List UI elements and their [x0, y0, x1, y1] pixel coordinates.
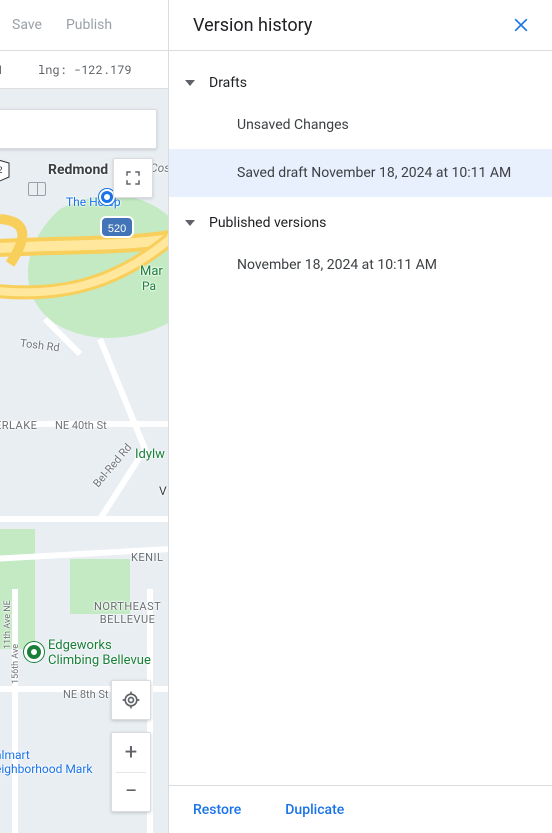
zoom-out-button[interactable]: −: [112, 772, 150, 811]
panel-title: Version history: [193, 15, 312, 36]
fullscreen-button[interactable]: [113, 158, 153, 198]
lng-label: lng: -122.179: [38, 62, 132, 78]
place-idylw: Idylw: [135, 447, 165, 462]
close-button[interactable]: [506, 10, 536, 40]
search-input[interactable]: [0, 109, 157, 149]
minus-icon: −: [125, 779, 138, 804]
park-label: Mar: [140, 264, 163, 279]
layer-toggle[interactable]: [28, 182, 46, 196]
nbhd-kenil: KENIL: [131, 551, 163, 564]
version-history-panel: Version history Drafts Unsaved Changes S…: [168, 0, 552, 833]
road-ne40: NE 40th St: [55, 419, 107, 432]
panel-header: Version history: [169, 0, 552, 51]
close-icon: [511, 15, 531, 35]
panel-footer: Restore Duplicate: [169, 785, 552, 833]
lat-value: 641: [0, 62, 4, 78]
chevron-down-icon: [185, 80, 195, 86]
crosshair-icon: [121, 690, 141, 710]
section-published-toggle[interactable]: Published versions: [169, 205, 552, 241]
svg-text:520: 520: [108, 223, 126, 235]
section-published-title: Published versions: [209, 215, 326, 231]
plus-icon: +: [125, 740, 137, 765]
publish-button[interactable]: Publish: [54, 0, 124, 50]
section-drafts-toggle[interactable]: Drafts: [169, 65, 552, 101]
place-redmond: Redmond: [48, 162, 108, 178]
panel-body: Drafts Unsaved Changes Saved draft Novem…: [169, 51, 552, 785]
restore-button[interactable]: Restore: [181, 794, 253, 826]
poi-pin-icon: [24, 642, 44, 662]
version-item-unsaved[interactable]: Unsaved Changes: [169, 101, 552, 149]
zoom-in-button[interactable]: +: [112, 733, 150, 772]
duplicate-button[interactable]: Duplicate: [273, 794, 356, 826]
road-ne8: NE 8th St: [63, 688, 109, 701]
svg-text:202: 202: [0, 165, 3, 175]
poi-walmart: almart eighborhood Mark: [0, 749, 92, 777]
locate-button[interactable]: [111, 680, 151, 720]
nbhd-erlake: ERLAKE: [0, 419, 37, 432]
fullscreen-icon: [124, 169, 142, 187]
version-item-saved-draft[interactable]: Saved draft November 18, 2024 at 10:11 A…: [169, 149, 552, 197]
nbhd-nebell: NORTHEAST BELLEVUE: [94, 601, 161, 626]
poi-edgeworks: Edgeworks Climbing Bellevue: [48, 639, 151, 669]
section-drafts-title: Drafts: [209, 75, 247, 91]
zoom-control: + −: [111, 732, 151, 812]
chevron-down-icon: [185, 220, 195, 226]
version-item-published[interactable]: November 18, 2024 at 10:11 AM: [169, 241, 552, 289]
save-button[interactable]: Save: [0, 0, 54, 50]
